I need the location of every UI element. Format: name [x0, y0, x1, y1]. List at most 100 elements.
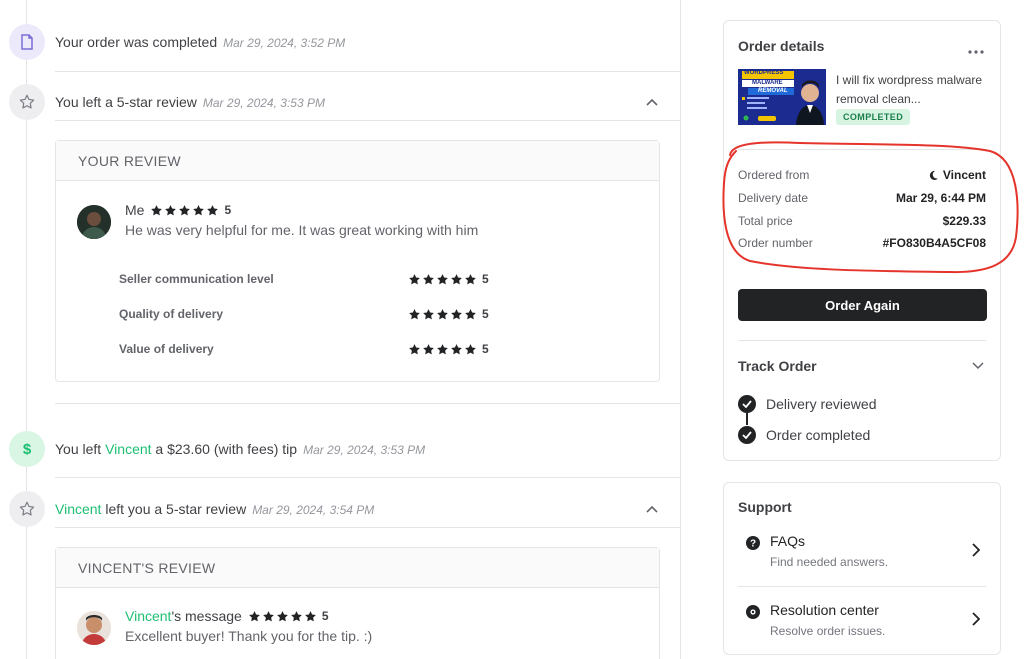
seller-review-card: VINCENT'S REVIEW Vincent's message 5 Exc… [55, 547, 660, 659]
divider [55, 120, 681, 121]
divider [55, 527, 681, 528]
moon-icon [929, 170, 938, 180]
event-seller-reviewed[interactable]: Vincent left you a 5-star review Mar 29, … [0, 489, 681, 529]
rating-value: 5 [321, 609, 329, 623]
support-item-title: Resolution center [770, 602, 879, 618]
seller-name: Vincent [942, 168, 986, 182]
star-icon [437, 308, 448, 319]
meta-value: $229.33 [942, 214, 986, 228]
star-icon [451, 273, 462, 284]
order-timeline: Your order was completed Mar 29, 2024, 3:… [0, 0, 681, 659]
track-step-label: Order completed [766, 427, 871, 443]
meta-label: Total price [738, 214, 793, 228]
event-text: You left Vincent a $23.60 (with fees) ti… [55, 441, 425, 457]
avatar [77, 205, 111, 239]
gig-thumbnail[interactable]: WORDPRESS MALWARE REMOVAL [738, 69, 826, 125]
seller-link[interactable]: Vincent [125, 608, 171, 624]
review-message: He was very helpful for me. It was great… [125, 222, 479, 238]
track-step: Delivery reviewed [738, 394, 876, 414]
seller-link[interactable]: Vincent [105, 441, 151, 457]
meta-value: Mar 29, 6:44 PM [895, 191, 986, 205]
event-label: Your order was completed [55, 34, 218, 50]
star-icon [304, 610, 316, 621]
event-text: Your order was completed Mar 29, 2024, 3:… [55, 34, 345, 50]
rating-label: Value of delivery [119, 342, 214, 356]
support-item-title: FAQs [770, 533, 806, 549]
rating-stars: 5 [408, 272, 489, 286]
review-author: Me 5 [125, 202, 231, 218]
divider [738, 340, 986, 341]
review-author: Vincent's message 5 [125, 608, 329, 624]
chevron-up-icon[interactable] [645, 502, 659, 516]
star-icon [423, 308, 434, 319]
seller-link[interactable]: Vincent [55, 501, 101, 517]
support-item-faqs[interactable]: ? FAQs Find needed answers. [738, 533, 986, 583]
star-icon [437, 343, 448, 354]
author-suffix: 's message [171, 608, 242, 624]
chevron-right-icon [972, 543, 980, 557]
star-icon [465, 273, 476, 284]
rating-stars: 5 [408, 342, 489, 356]
rating-label: Seller communication level [119, 272, 274, 286]
meta-total-price: Total price $229.33 [738, 211, 986, 231]
support-item-subtitle: Resolve order issues. [770, 624, 886, 638]
event-timestamp: Mar 29, 2024, 3:54 PM [252, 503, 375, 517]
thumb-text: WORDPRESS [744, 70, 784, 76]
meta-order-number: Order number #FO830B4A5CF08 [738, 233, 986, 253]
event-label: You left [55, 441, 106, 457]
chevron-down-icon[interactable] [972, 362, 984, 370]
order-details-title: Order details [738, 38, 825, 54]
divider [55, 71, 681, 72]
star-icon [451, 308, 462, 319]
event-label: You left a 5-star review [55, 94, 197, 110]
star-icon [248, 610, 260, 621]
meta-value[interactable]: Vincent [928, 168, 986, 182]
star-icon [409, 343, 420, 354]
support-item-resolution[interactable]: Resolution center Resolve order issues. [738, 602, 986, 652]
divider [55, 477, 681, 478]
track-order-title[interactable]: Track Order [738, 358, 817, 374]
meta-delivery-date: Delivery date Mar 29, 6:44 PM [738, 188, 986, 208]
support-card: Support ? FAQs Find needed answers. Reso… [723, 482, 1001, 655]
event-label: left you a 5-star review [101, 501, 247, 517]
event-timestamp: Mar 29, 2024, 3:52 PM [223, 36, 346, 50]
review-message: Excellent buyer! Thank you for the tip. … [125, 628, 373, 644]
star-icon [290, 610, 302, 621]
star-icon [207, 204, 219, 215]
rating-value: 5 [224, 203, 232, 217]
lifebuoy-icon [746, 605, 760, 619]
star-rating: 5 [248, 609, 329, 623]
event-order-completed: Your order was completed Mar 29, 2024, 3:… [0, 22, 681, 62]
meta-label: Delivery date [738, 191, 809, 205]
review-heading: VINCENT'S REVIEW [56, 548, 659, 588]
status-badge: COMPLETED [836, 109, 911, 125]
divider [738, 149, 986, 150]
star-icon [409, 273, 420, 284]
star-icon [409, 308, 420, 319]
more-icon[interactable] [968, 41, 984, 59]
event-you-reviewed[interactable]: You left a 5-star review Mar 29, 2024, 3:… [0, 82, 681, 122]
meta-value: #FO830B4A5CF08 [882, 236, 986, 250]
order-again-button[interactable]: Order Again [738, 289, 987, 321]
review-heading: YOUR REVIEW [56, 141, 659, 181]
order-details-card: Order details WORDPRESS MALWARE REMOVAL … [723, 20, 1001, 461]
star-icon [276, 610, 288, 621]
star-icon [465, 308, 476, 319]
event-timestamp: Mar 29, 2024, 3:53 PM [303, 443, 426, 457]
event-label: a $23.60 (with fees) tip [151, 441, 298, 457]
star-icon [262, 610, 274, 621]
event-tip: $ You left Vincent a $23.60 (with fees) … [0, 429, 681, 469]
meta-label: Ordered from [738, 168, 810, 182]
track-connector [746, 413, 748, 425]
meta-label: Order number [738, 236, 813, 250]
gig-title[interactable]: I will fix wordpress malware removal cle… [836, 71, 988, 109]
star-icon [437, 273, 448, 284]
document-icon [9, 24, 45, 60]
chevron-up-icon[interactable] [645, 95, 659, 109]
star-icon [451, 343, 462, 354]
check-icon [738, 395, 756, 413]
question-icon: ? [746, 536, 760, 550]
check-icon [738, 426, 756, 444]
event-text: Vincent left you a 5-star review Mar 29, … [55, 501, 374, 517]
track-step-label: Delivery reviewed [766, 396, 877, 412]
